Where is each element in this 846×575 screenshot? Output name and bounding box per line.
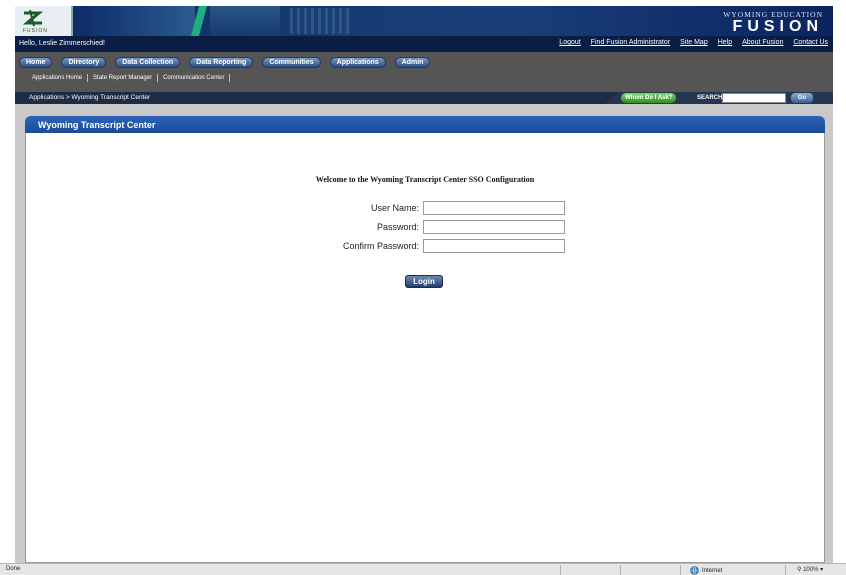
contact-link[interactable]: Contact Us [793,39,828,46]
banner-decoration [75,6,195,36]
panel-body: Welcome to the Wyoming Transcript Center… [25,133,825,563]
confirm-password-field[interactable] [423,239,565,253]
top-links: Logout Find Fusion Administrator Site Ma… [559,39,828,46]
subnav-state-report-manager[interactable]: State Report Manager [88,74,159,82]
nav-communities[interactable]: Communities [262,57,321,68]
status-divider [680,565,681,575]
confirm-password-label: Confirm Password: [342,241,419,251]
nav-admin[interactable]: Admin [394,57,431,68]
whom-do-i-ask-button[interactable]: Whom Do I Ask? [621,93,677,103]
subnav-communication-center[interactable]: Communication Center [158,74,231,82]
username-label: User Name: [370,203,419,213]
zoom-value: 100% [803,567,819,573]
login-button[interactable]: Login [405,275,443,288]
zoom-level[interactable]: ⚲ 100% ▾ [797,566,823,573]
brand-title: FUSION [732,18,823,35]
nav-data-collection[interactable]: Data Collection [115,57,181,68]
nav-applications[interactable]: Applications [329,57,386,68]
panel-title: Wyoming Transcript Center [38,120,156,130]
search-go-button[interactable]: Go [791,93,813,103]
about-link[interactable]: About Fusion [742,39,783,46]
status-divider [620,565,621,575]
globe-icon [690,566,699,575]
main-nav: Home Directory Data Collection Data Repo… [15,52,833,92]
nav-directory[interactable]: Directory [61,57,107,68]
banner-building-photo [290,8,350,34]
logout-link[interactable]: Logout [559,39,580,46]
help-link[interactable]: Help [718,39,732,46]
username-field[interactable] [423,201,565,215]
search-input[interactable] [722,93,786,103]
password-row: Password: [26,220,826,234]
banner-photo [210,6,280,36]
logo-wordmark: FUSION [23,28,48,34]
site-banner: FUSION WYOMING EDUCATION FUSION [15,6,833,36]
welcome-heading: Welcome to the Wyoming Transcript Center… [315,175,535,184]
panel-header: Wyoming Transcript Center [25,116,825,133]
security-zone[interactable]: Internet [690,566,722,575]
password-label: Password: [376,222,419,232]
site-map-link[interactable]: Site Map [680,39,708,46]
status-text: Done [6,566,21,572]
browser-content: FUSION WYOMING EDUCATION FUSION Hello, L… [15,6,833,563]
status-divider [785,565,786,575]
user-greeting: Hello, Leslie Zimmerschied! [19,40,105,47]
confirm-password-row: Confirm Password: [26,239,826,253]
status-divider [560,565,561,575]
sub-nav: Applications Home State Report Manager C… [32,74,231,82]
fusion-logo[interactable]: FUSION [15,6,73,36]
nav-home[interactable]: Home [19,57,53,68]
password-field[interactable] [423,220,565,234]
user-bar: Hello, Leslie Zimmerschied! Logout Find … [15,36,833,52]
security-zone-label: Internet [702,567,723,574]
breadcrumb: Applications > Wyoming Transcript Center [29,94,151,101]
search-label: SEARCH [697,95,723,101]
breadcrumb-bar: Applications > Wyoming Transcript Center… [15,92,833,104]
subnav-applications-home[interactable]: Applications Home [32,74,89,82]
fusion-logo-icon [22,9,44,27]
username-row: User Name: [26,201,826,215]
find-admin-link[interactable]: Find Fusion Administrator [591,39,670,46]
nav-data-reporting[interactable]: Data Reporting [189,57,254,68]
search-area: Whom Do I Ask? SEARCH Go [605,92,833,104]
browser-status-bar: Done Internet ⚲ 100% ▾ [0,563,846,575]
